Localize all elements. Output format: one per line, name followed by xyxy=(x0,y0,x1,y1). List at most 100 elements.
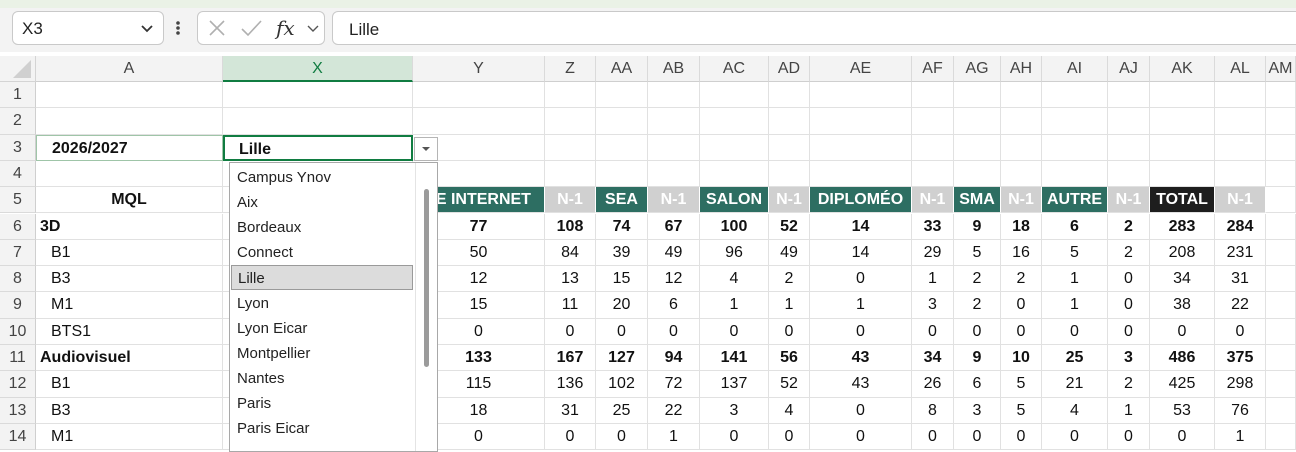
value-cell[interactable]: 102 xyxy=(596,371,648,398)
column-header-ag[interactable]: AG xyxy=(954,56,1001,82)
column-header-x[interactable]: X xyxy=(223,56,413,82)
cell[interactable] xyxy=(1266,82,1296,109)
cell[interactable] xyxy=(700,160,769,188)
value-cell[interactable]: 84 xyxy=(545,239,596,267)
cell[interactable] xyxy=(912,82,954,109)
row-label[interactable]: Audiovisuel xyxy=(36,345,223,372)
value-cell[interactable]: 3 xyxy=(954,397,1001,424)
value-cell[interactable]: 136 xyxy=(545,371,596,398)
cell[interactable] xyxy=(1266,318,1296,345)
value-cell[interactable]: 4 xyxy=(1042,397,1108,424)
row-header-9[interactable]: 9 xyxy=(0,292,36,319)
value-cell[interactable]: 26 xyxy=(912,371,954,398)
value-cell[interactable]: 74 xyxy=(596,213,648,240)
cell[interactable] xyxy=(810,160,912,188)
cell[interactable] xyxy=(36,160,223,188)
cell[interactable] xyxy=(1108,160,1150,188)
value-cell[interactable]: 0 xyxy=(1001,318,1042,345)
value-cell[interactable]: 284 xyxy=(1215,213,1266,240)
value-cell[interactable]: 34 xyxy=(912,345,954,372)
header-cell[interactable]: SEA xyxy=(596,187,648,214)
value-cell[interactable]: 15 xyxy=(596,266,648,293)
cell[interactable] xyxy=(648,134,700,161)
cell[interactable] xyxy=(700,82,769,109)
column-header-ae[interactable]: AE xyxy=(810,56,912,82)
value-cell[interactable]: 34 xyxy=(1150,266,1215,293)
cell[interactable] xyxy=(1108,108,1150,135)
cell[interactable] xyxy=(1266,397,1296,424)
value-cell[interactable]: 137 xyxy=(700,371,769,398)
row-header-2[interactable]: 2 xyxy=(0,108,36,135)
cell[interactable] xyxy=(912,160,954,188)
value-cell[interactable]: 25 xyxy=(1042,345,1108,372)
row-label[interactable]: B1 xyxy=(36,239,223,267)
cell[interactable] xyxy=(413,82,545,109)
value-cell[interactable]: 0 xyxy=(1150,318,1215,345)
dropdown-item[interactable]: Aix xyxy=(231,190,413,215)
cell[interactable] xyxy=(596,82,648,109)
cell[interactable] xyxy=(1266,345,1296,372)
row-label[interactable]: M1 xyxy=(36,423,223,451)
cell[interactable] xyxy=(1108,134,1150,161)
value-cell[interactable]: 72 xyxy=(648,371,700,398)
value-cell[interactable]: 5 xyxy=(954,239,1001,267)
row-label[interactable]: M1 xyxy=(36,292,223,319)
value-cell[interactable]: 0 xyxy=(810,423,912,451)
value-cell[interactable]: 0 xyxy=(545,318,596,345)
name-box[interactable]: X3 xyxy=(12,11,164,45)
value-cell[interactable]: 2 xyxy=(1108,239,1150,267)
cell[interactable] xyxy=(954,108,1001,135)
value-cell[interactable]: 0 xyxy=(648,318,700,345)
cell[interactable] xyxy=(1042,134,1108,161)
row-header-11[interactable]: 11 xyxy=(0,345,36,372)
value-cell[interactable]: 14 xyxy=(810,239,912,267)
header-cell[interactable]: DIPLOMÉO xyxy=(810,187,912,214)
value-cell[interactable]: 76 xyxy=(1215,397,1266,424)
cell[interactable] xyxy=(810,82,912,109)
value-cell[interactable]: 0 xyxy=(954,423,1001,451)
cell[interactable] xyxy=(810,134,912,161)
select-all-corner[interactable] xyxy=(0,56,36,82)
validation-dropdown-list[interactable]: Campus Ynov Aix Bordeaux Connect Lille Lyon Ly… xyxy=(229,162,438,452)
dropdown-item[interactable]: Lyon xyxy=(231,291,413,316)
column-header-a[interactable]: A xyxy=(36,56,223,82)
value-cell[interactable]: 22 xyxy=(648,397,700,424)
value-cell[interactable]: 2 xyxy=(1108,213,1150,240)
column-header-y[interactable]: Y xyxy=(413,56,545,82)
dropdown-item[interactable]: Lyon Eicar xyxy=(231,316,413,341)
value-cell[interactable]: 13 xyxy=(545,266,596,293)
value-cell[interactable]: 16 xyxy=(1001,239,1042,267)
cell[interactable] xyxy=(1042,82,1108,109)
value-cell[interactable]: 20 xyxy=(596,292,648,319)
cell[interactable] xyxy=(36,108,223,135)
cell[interactable] xyxy=(1266,213,1296,240)
header-cell[interactable]: AUTRE xyxy=(1042,187,1108,214)
cell[interactable] xyxy=(912,108,954,135)
value-cell[interactable]: 283 xyxy=(1150,213,1215,240)
cell[interactable] xyxy=(1042,108,1108,135)
value-cell[interactable]: 6 xyxy=(954,371,1001,398)
row-header-8[interactable]: 8 xyxy=(0,266,36,293)
value-cell[interactable]: 0 xyxy=(1215,318,1266,345)
more-options-icon[interactable] xyxy=(172,16,184,40)
value-cell[interactable]: 25 xyxy=(596,397,648,424)
cell[interactable] xyxy=(1266,423,1296,451)
value-cell[interactable]: 2 xyxy=(1001,266,1042,293)
cell[interactable] xyxy=(769,134,810,161)
row-header-4[interactable]: 4 xyxy=(0,160,36,188)
column-header-aj[interactable]: AJ xyxy=(1108,56,1150,82)
value-cell[interactable]: 53 xyxy=(1150,397,1215,424)
row-header-10[interactable]: 10 xyxy=(0,318,36,345)
value-cell[interactable]: 141 xyxy=(700,345,769,372)
value-cell[interactable]: 49 xyxy=(769,239,810,267)
scrollbar-thumb[interactable] xyxy=(424,189,429,367)
value-cell[interactable]: 1 xyxy=(648,423,700,451)
value-cell[interactable]: 9 xyxy=(954,345,1001,372)
header-cell[interactable]: N-1 xyxy=(1001,187,1042,214)
row-header-13[interactable]: 13 xyxy=(0,397,36,424)
cell[interactable] xyxy=(1150,108,1215,135)
cell[interactable] xyxy=(1001,134,1042,161)
row-header-5[interactable]: 5 xyxy=(0,187,36,214)
value-cell[interactable]: 2 xyxy=(954,292,1001,319)
value-cell[interactable]: 52 xyxy=(769,213,810,240)
